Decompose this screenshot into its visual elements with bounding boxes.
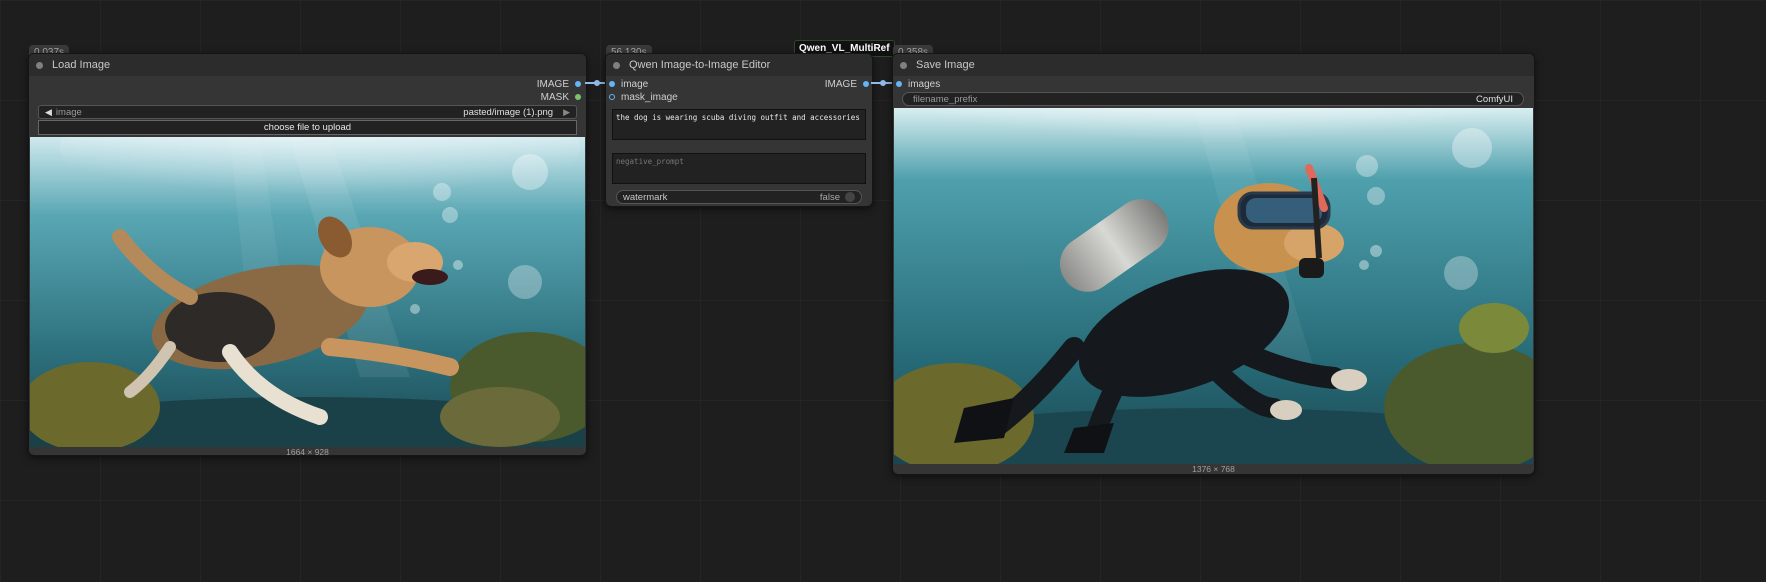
watermark-value: false: [819, 191, 840, 203]
input-image-slot[interactable]: image: [609, 77, 648, 91]
watermark-label: watermark: [623, 191, 668, 203]
input-mask-label: mask_image: [621, 91, 678, 103]
filename-prefix-widget[interactable]: filename_prefix ComfyUI: [902, 92, 1524, 106]
saved-image-preview: [894, 108, 1533, 464]
save-image-node[interactable]: Save Image images filename_prefix ComfyU…: [892, 53, 1535, 475]
toggle-knob-icon[interactable]: [845, 192, 855, 202]
image-widget-label: image: [55, 106, 82, 118]
qwen-title-bar[interactable]: Qwen Image-to-Image Editor: [606, 54, 872, 76]
prompt-textarea[interactable]: the dog is wearing scuba diving outfit a…: [612, 109, 866, 140]
dog-underwater-image: [30, 137, 585, 447]
save-title: Save Image: [916, 59, 975, 71]
status-dot-icon: [36, 61, 43, 69]
load-image-node[interactable]: Load Image IMAGE MASK ◀ image pasted/ima…: [28, 53, 587, 457]
input-images-dot[interactable]: [896, 81, 902, 87]
input-mask-slot[interactable]: mask_image: [609, 90, 678, 104]
output-image-label: IMAGE: [536, 78, 569, 90]
loaded-image-preview: [30, 137, 585, 447]
scuba-dog-image: [894, 108, 1533, 464]
right-arrow-icon[interactable]: ▶: [563, 107, 570, 118]
filename-prefix-label: filename_prefix: [913, 93, 978, 105]
input-mask-dot[interactable]: [609, 94, 615, 100]
qwen-output-dot[interactable]: [863, 81, 869, 87]
status-dot-icon: [613, 61, 620, 69]
input-images-label: images: [908, 78, 941, 90]
filename-prefix-value: ComfyUI: [1476, 93, 1513, 105]
output-mask-slot[interactable]: MASK: [541, 90, 581, 104]
output-image-dot[interactable]: [575, 81, 581, 87]
left-arrow-icon[interactable]: ◀: [45, 107, 52, 118]
image-combo-widget[interactable]: ◀ image pasted/image (1).png ▶: [38, 105, 577, 119]
output-image-slot[interactable]: IMAGE: [537, 77, 581, 91]
load-image-title-bar[interactable]: Load Image: [29, 54, 586, 76]
output-link-midpoint[interactable]: [880, 80, 886, 86]
qwen-title: Qwen Image-to-Image Editor: [629, 59, 771, 71]
image-link-midpoint[interactable]: [594, 80, 600, 86]
status-dot-icon: [900, 61, 907, 69]
save-title-bar[interactable]: Save Image: [893, 54, 1534, 76]
image-widget-value: pasted/image (1).png: [463, 106, 554, 118]
loaded-image-size: 1664 × 928: [286, 447, 329, 457]
qwen-output-image-slot[interactable]: IMAGE: [825, 77, 869, 91]
output-mask-label: MASK: [540, 91, 569, 103]
input-image-dot[interactable]: [609, 81, 615, 87]
input-images-slot[interactable]: images: [896, 77, 940, 91]
qwen-editor-node[interactable]: Qwen Image-to-Image Editor image mask_im…: [605, 53, 873, 207]
output-mask-dot[interactable]: [575, 94, 581, 100]
saved-image-size: 1376 × 768: [1192, 464, 1235, 474]
watermark-toggle[interactable]: watermark false: [616, 190, 862, 204]
negative-prompt-textarea[interactable]: negative_prompt: [612, 153, 866, 184]
load-image-title: Load Image: [52, 59, 111, 71]
input-image-label: image: [621, 78, 649, 90]
qwen-output-label: IMAGE: [824, 78, 857, 90]
choose-file-upload-button[interactable]: choose file to upload: [38, 120, 577, 135]
